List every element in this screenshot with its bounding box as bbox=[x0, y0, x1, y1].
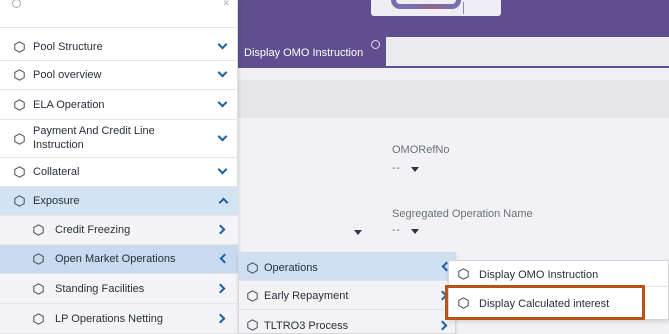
chevron-down-icon bbox=[217, 164, 228, 175]
hexagon-icon bbox=[14, 99, 25, 111]
hexagon-icon bbox=[458, 268, 469, 280]
flyout-item-label: Display OMO Instruction bbox=[479, 269, 599, 281]
omo-ref-label: OMORefNo bbox=[392, 144, 450, 156]
sidebar-item-exposure[interactable]: Exposure bbox=[0, 187, 238, 216]
sidebar-item-label: Payment And Credit Line bbox=[33, 125, 155, 137]
chevron-down-icon bbox=[411, 229, 419, 234]
sidebar-subitem-credit-freezing[interactable]: Credit Freezing bbox=[0, 216, 238, 245]
flyout-item-tltro3-process[interactable]: TLTRO3 Process bbox=[239, 310, 455, 334]
sidebar: ✕ Pool Structure Pool overview ELA Opera… bbox=[0, 0, 238, 334]
segregated-operation-value: -- bbox=[392, 225, 401, 236]
sidebar-item-label-line2: Instruction bbox=[33, 139, 84, 151]
tab-label: Display OMO Instruction bbox=[244, 46, 364, 59]
hexagon-icon bbox=[247, 262, 258, 274]
search-icon bbox=[12, 0, 21, 8]
chevron-down-icon bbox=[217, 97, 228, 108]
sidebar-item-label: ELA Operation bbox=[33, 99, 105, 111]
tab-close-icon[interactable] bbox=[371, 40, 380, 49]
flyout-item-label: Early Repayment bbox=[264, 290, 349, 302]
sidebar-item-pool-overview[interactable]: Pool overview bbox=[0, 61, 238, 90]
hexagon-icon bbox=[247, 319, 258, 331]
sidebar-item-label: Exposure bbox=[33, 195, 80, 207]
clear-icon[interactable]: ✕ bbox=[222, 0, 230, 9]
chevron-down-icon bbox=[217, 131, 228, 142]
sidebar-item-label: Pool Structure bbox=[33, 41, 103, 53]
logo-subtitle: services bbox=[421, 5, 444, 11]
chevron-down-icon bbox=[217, 67, 228, 78]
chevron-down-icon bbox=[217, 39, 228, 50]
sidebar-item-label: Collateral bbox=[33, 166, 80, 178]
top-header: services bbox=[238, 0, 669, 37]
chevron-right-icon bbox=[215, 283, 226, 294]
chevron-down-icon bbox=[411, 167, 419, 172]
chevron-left-icon bbox=[219, 253, 230, 264]
sidebar-item-ela-operation[interactable]: ELA Operation bbox=[0, 90, 238, 120]
sidebar-subitem-label: LP Operations Netting bbox=[55, 313, 164, 325]
sidebar-subitem-label: Credit Freezing bbox=[55, 224, 131, 236]
flyout-item-early-repayment[interactable]: Early Repayment bbox=[239, 281, 455, 310]
segregated-operation-label: Segregated Operation Name bbox=[392, 208, 533, 220]
sidebar-subitem-label: Standing Facilities bbox=[55, 283, 145, 295]
sidebar-item-collateral[interactable]: Collateral bbox=[0, 158, 238, 187]
sidebar-item-pool-structure[interactable]: Pool Structure bbox=[0, 33, 238, 61]
flyout-item-label: TLTRO3 Process bbox=[264, 320, 349, 332]
hexagon-icon bbox=[14, 69, 25, 81]
tab-display-omo-instruction[interactable]: Display OMO Instruction bbox=[238, 37, 386, 68]
flyout-item-label: Operations bbox=[264, 262, 318, 274]
sidebar-item-payment-credit-line[interactable]: Payment And Credit Line Instruction bbox=[0, 120, 238, 158]
hexagon-icon bbox=[247, 290, 258, 302]
sidebar-subitem-lp-operations-netting[interactable]: LP Operations Netting bbox=[0, 304, 238, 334]
sidebar-subitem-open-market-operations[interactable]: Open Market Operations bbox=[0, 245, 238, 274]
company-logo: services bbox=[371, 0, 501, 16]
chevron-right-icon bbox=[215, 313, 226, 324]
hexagon-icon bbox=[14, 41, 25, 53]
flyout-item-operations[interactable]: Operations bbox=[239, 253, 455, 281]
logo-separator bbox=[463, 2, 464, 14]
chevron-down-icon[interactable] bbox=[354, 230, 362, 235]
flyout-open-market-operations: Operations Early Repayment TLTRO3 Proces… bbox=[238, 252, 456, 334]
hexagon-icon bbox=[33, 313, 44, 325]
sidebar-search[interactable]: ✕ bbox=[0, 0, 238, 28]
highlight-box bbox=[445, 285, 645, 320]
chevron-right-icon bbox=[215, 224, 226, 235]
hexagon-icon bbox=[14, 166, 25, 178]
hexagon-icon bbox=[33, 253, 44, 265]
sidebar-item-label: Pool overview bbox=[33, 69, 102, 81]
omo-ref-value: -- bbox=[392, 163, 401, 174]
tab-strip: Display OMO Instruction bbox=[238, 37, 669, 68]
omo-ref-select[interactable]: -- bbox=[392, 162, 432, 176]
sidebar-subitem-standing-facilities[interactable]: Standing Facilities bbox=[0, 274, 238, 304]
chevron-right-icon bbox=[437, 320, 448, 331]
filter-band bbox=[238, 80, 669, 118]
sidebar-subitem-label: Open Market Operations bbox=[55, 253, 176, 265]
hexagon-icon bbox=[14, 133, 25, 145]
segregated-operation-select[interactable]: -- bbox=[392, 224, 432, 238]
hexagon-icon bbox=[33, 283, 44, 295]
hexagon-icon bbox=[33, 224, 44, 236]
flyout-item-display-omo-instruction[interactable]: Display OMO Instruction bbox=[449, 261, 668, 287]
hexagon-icon bbox=[14, 195, 25, 207]
chevron-up-icon bbox=[218, 197, 229, 208]
